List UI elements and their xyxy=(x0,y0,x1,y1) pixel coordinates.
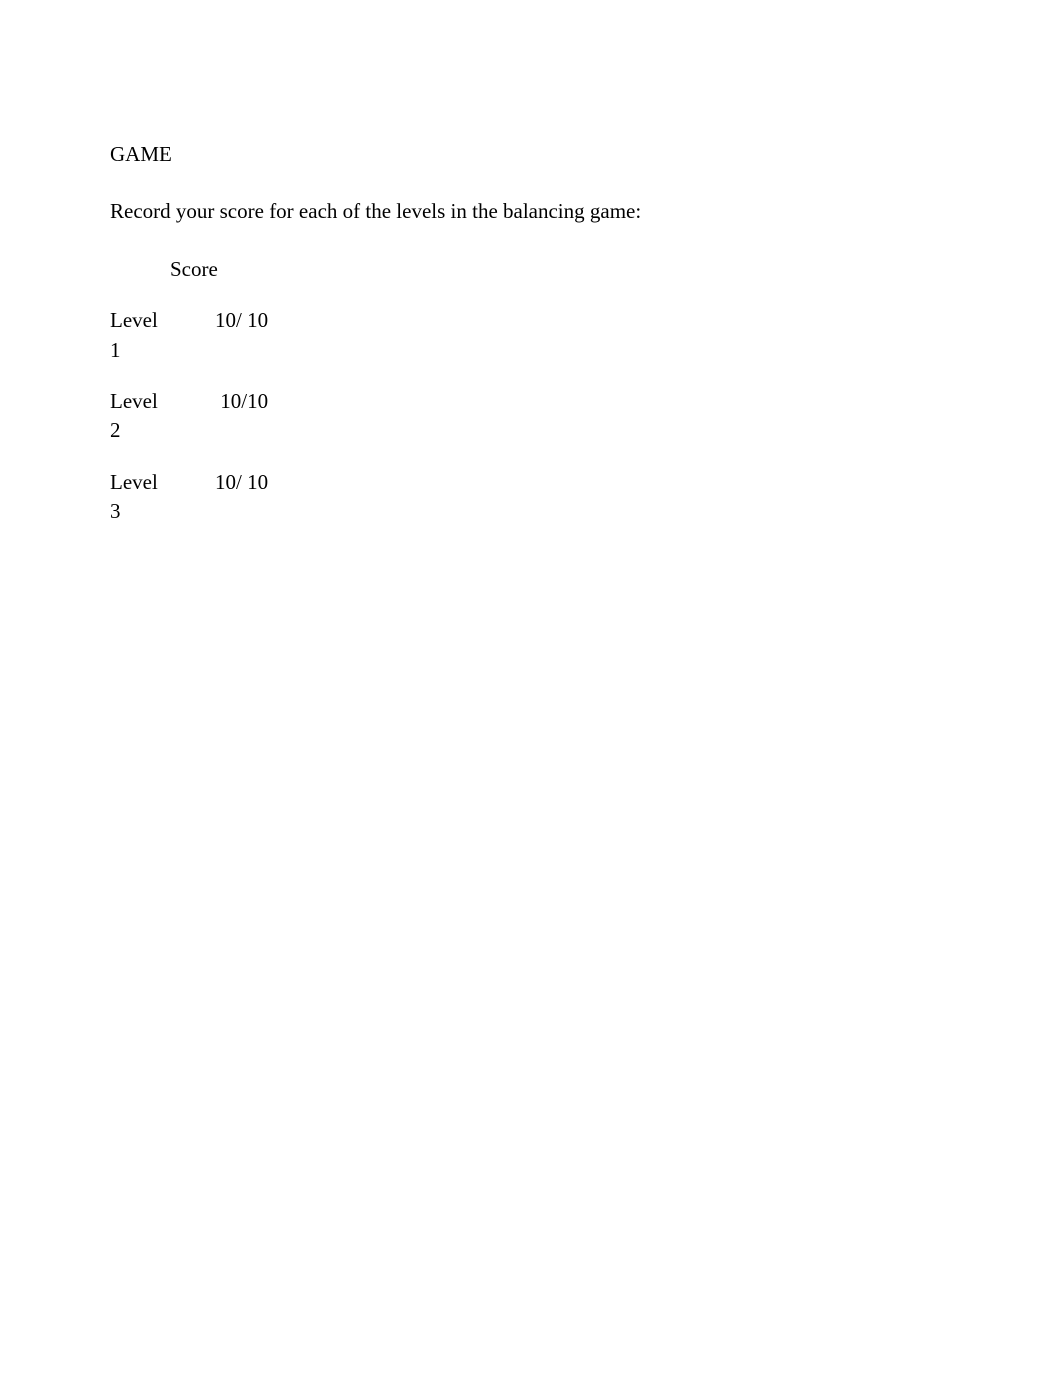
score-value: 10/ 10 xyxy=(170,306,268,387)
score-value: 10/ 10 xyxy=(170,468,268,549)
score-table: Score Level 1 10/ 10 Level 2 10/10 Level… xyxy=(110,255,268,549)
table-row: Level 1 10/ 10 xyxy=(110,306,268,387)
empty-header-cell xyxy=(110,255,170,306)
score-header-row: Score xyxy=(110,255,268,306)
level-label: Level 1 xyxy=(110,306,170,387)
score-value: 10/10 xyxy=(170,387,268,468)
level-label: Level 3 xyxy=(110,468,170,549)
table-row: Level 3 10/ 10 xyxy=(110,468,268,549)
section-heading: GAME xyxy=(110,140,952,169)
instruction-text: Record your score for each of the levels… xyxy=(110,197,952,226)
score-column-header: Score xyxy=(170,255,268,306)
table-row: Level 2 10/10 xyxy=(110,387,268,468)
level-label: Level 2 xyxy=(110,387,170,468)
